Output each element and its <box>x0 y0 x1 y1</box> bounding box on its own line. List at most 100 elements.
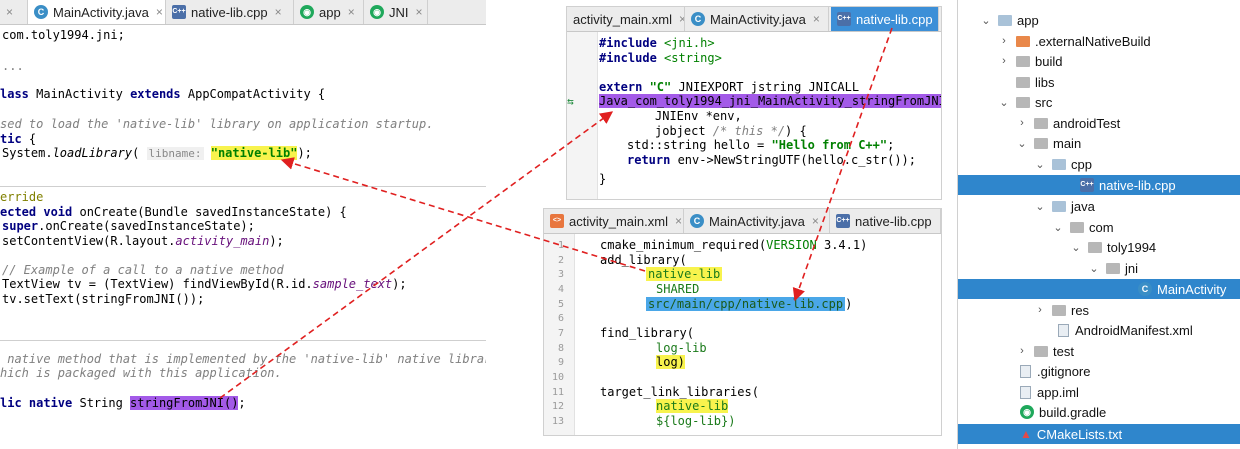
code-line: TextView tv = (TextView) findViewById(R.… <box>2 277 407 291</box>
cmake-link-native-lib-line: native-lib <box>656 399 729 414</box>
tab-native-lib-cpp[interactable]: C++ native-lib.cpp × <box>166 0 294 24</box>
code-line: com.toly1994.jni; <box>2 28 125 42</box>
tree-item-build-gradle[interactable]: ◉ build.gradle <box>958 402 1240 422</box>
tab-native-lib-cpp[interactable]: C++ native-lib.cpp <box>830 209 941 233</box>
cpp-file-icon: C++ <box>172 5 186 19</box>
code-line: ected void onCreate(Bundle savedInstance… <box>0 205 347 219</box>
line-number: 2 <box>557 255 564 266</box>
tab-label: JNI <box>389 4 409 20</box>
folder-icon <box>1016 96 1030 108</box>
code-area[interactable]: #include <jni.h> #include <string> exter… <box>599 31 941 199</box>
chevron-right-icon[interactable]: › <box>998 55 1010 67</box>
tab-label: native-lib.cpp <box>855 213 932 229</box>
chevron-down-icon[interactable]: ⌄ <box>1034 200 1046 213</box>
cmake-icon: ▲ <box>1020 427 1032 441</box>
folder-icon <box>1052 304 1066 316</box>
editor-tab-bar: <> activity_main.xml × C MainActivity.ja… <box>544 209 941 234</box>
string-from-jni-highlight: stringFromJNI() <box>130 396 239 410</box>
tree-item-src[interactable]: ⌄ src <box>958 92 1240 112</box>
code-line: std::string hello = "Hello from C++"; <box>627 138 895 152</box>
folder-icon <box>1052 158 1066 170</box>
chevron-down-icon[interactable]: ⌄ <box>1034 158 1046 171</box>
tab-native-lib-cpp[interactable]: C++ native-lib.cpp × <box>831 7 939 31</box>
close-icon[interactable]: × <box>812 214 819 228</box>
package-icon <box>1106 262 1120 274</box>
code-line: tic { <box>0 132 37 146</box>
chevron-down-icon[interactable]: ⌄ <box>1016 137 1028 150</box>
close-icon[interactable]: × <box>813 12 820 26</box>
close-icon[interactable]: × <box>416 5 423 19</box>
line-number: 4 <box>557 284 564 295</box>
native-lib-cpp-editor: activity_main.xml × C MainActivity.java … <box>566 6 942 200</box>
code-comment: native method that is implemented by the… <box>0 352 486 366</box>
line-number: 1 <box>557 240 564 251</box>
tree-item-build[interactable]: › build <box>958 51 1240 71</box>
tree-item-main-activity[interactable]: C MainActivity <box>958 279 1240 299</box>
chevron-right-icon[interactable]: › <box>998 35 1010 47</box>
chevron-right-icon[interactable]: › <box>1034 304 1046 316</box>
tree-item-test[interactable]: › test <box>958 341 1240 361</box>
close-icon[interactable]: × <box>348 5 355 19</box>
tree-item-native-lib-cpp[interactable]: C++ native-lib.cpp <box>958 175 1240 195</box>
tree-item-external-native-build[interactable]: › .externalNativeBuild <box>958 31 1240 51</box>
line-number: 9 <box>557 357 564 368</box>
tree-item-app[interactable]: ⌄ app <box>958 10 1240 30</box>
tree-item-app-iml[interactable]: app.iml <box>958 382 1240 402</box>
main-activity-editor: × C MainActivity.java × C++ native-lib.c… <box>0 0 486 440</box>
tree-item-cmake-lists[interactable]: ▲ CMakeLists.txt <box>958 424 1240 444</box>
code-area[interactable]: com.toly1994.jni; ... lass MainActivity … <box>0 24 486 440</box>
tab-activity-main-xml[interactable]: <> activity_main.xml × <box>544 209 684 233</box>
tree-item-libs[interactable]: libs <box>958 72 1240 92</box>
close-icon[interactable]: × <box>675 214 682 228</box>
close-icon[interactable]: × <box>6 5 13 19</box>
chevron-down-icon[interactable]: ⌄ <box>980 14 992 27</box>
tree-item-toly1994[interactable]: ⌄ toly1994 <box>958 237 1240 257</box>
manifest-file-icon <box>1058 323 1069 337</box>
code-area[interactable]: cmake_minimum_required(VERSION 3.4.1) ad… <box>600 233 941 435</box>
load-library-line: System.loadLibrary( libname: "native-lib… <box>2 146 312 160</box>
tab-main-activity-java[interactable]: C MainActivity.java × <box>28 0 166 24</box>
tab-app[interactable]: ◉ app × <box>294 0 364 24</box>
tab-main-activity-java[interactable]: C MainActivity.java × <box>685 7 829 31</box>
tree-item-gitignore[interactable]: .gitignore <box>958 361 1240 381</box>
close-icon[interactable]: × <box>275 5 282 19</box>
editor-tab-bar: × C MainActivity.java × C++ native-lib.c… <box>0 0 486 25</box>
chevron-down-icon[interactable]: ⌄ <box>998 96 1010 109</box>
code-line: add_library( <box>600 253 687 267</box>
chevron-down-icon[interactable]: ⌄ <box>1088 262 1100 275</box>
code-line: tv.setText(stringFromJNI()); <box>2 292 205 306</box>
code-line: log) <box>656 355 685 369</box>
chevron-right-icon[interactable]: › <box>1016 117 1028 129</box>
code-line: extern "C" JNIEXPORT jstring JNICALL <box>599 80 860 94</box>
code-comment: // Example of a call to a native method <box>2 263 284 277</box>
tab-label: app <box>319 4 341 20</box>
tab-activity-main-xml[interactable]: activity_main.xml × <box>567 7 685 31</box>
tree-item-android-manifest[interactable]: AndroidManifest.xml <box>958 320 1240 340</box>
divider-line <box>0 186 486 187</box>
tree-item-cpp[interactable]: ⌄ cpp <box>958 154 1240 174</box>
tab-jni[interactable]: ◉ JNI × <box>364 0 428 24</box>
app-module-icon: ◉ <box>300 5 314 19</box>
tree-item-jni[interactable]: ⌄ jni <box>958 258 1240 278</box>
tab-partial[interactable]: × <box>0 0 28 24</box>
line-number: 11 <box>551 387 564 398</box>
close-icon[interactable]: × <box>156 5 163 19</box>
tab-main-activity-java[interactable]: C MainActivity.java × <box>684 209 830 233</box>
tree-item-main[interactable]: ⌄ main <box>958 133 1240 153</box>
package-icon <box>1088 241 1102 253</box>
native-lib-highlight: native-lib <box>646 267 723 281</box>
xml-file-icon: <> <box>550 214 564 228</box>
line-number: 5 <box>557 299 564 310</box>
line-number: 12 <box>551 401 564 412</box>
source-path-highlight: src/main/cpp/native-lib.cpp <box>646 297 846 311</box>
chevron-down-icon[interactable]: ⌄ <box>1070 241 1082 254</box>
tree-item-java[interactable]: ⌄ java <box>958 196 1240 216</box>
java-class-icon: C <box>691 12 705 26</box>
code-line: log-lib <box>656 341 707 355</box>
tree-item-com[interactable]: ⌄ com <box>958 217 1240 237</box>
chevron-down-icon[interactable]: ⌄ <box>1052 221 1064 234</box>
tree-item-android-test[interactable]: › androidTest <box>958 113 1240 133</box>
tree-item-res[interactable]: › res <box>958 300 1240 320</box>
editor-gutter: ⇆ <box>567 32 598 199</box>
chevron-right-icon[interactable]: › <box>1016 345 1028 357</box>
